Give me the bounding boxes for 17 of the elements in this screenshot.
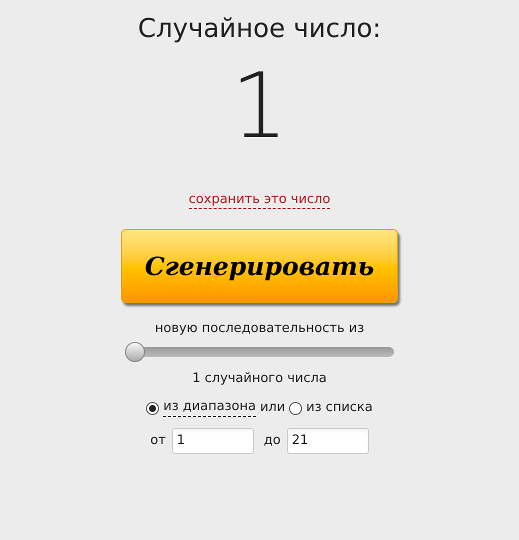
or-text: или bbox=[260, 399, 286, 418]
to-label: до bbox=[264, 432, 281, 450]
radio-option[interactable]: из списка bbox=[289, 400, 373, 416]
random-number: 1 bbox=[230, 62, 288, 152]
from-field[interactable]: 1 bbox=[172, 428, 254, 454]
slider-thumb[interactable] bbox=[125, 342, 145, 362]
to-field[interactable]: 21 bbox=[286, 428, 369, 454]
from-label: от bbox=[150, 432, 166, 450]
sequence-label: новую последовательность из bbox=[154, 320, 364, 338]
slider[interactable] bbox=[125, 342, 394, 362]
page-title: Случайное число: bbox=[138, 16, 382, 42]
radio-button[interactable] bbox=[146, 402, 160, 414]
save-link[interactable]: сохранить это число bbox=[188, 192, 330, 210]
radio-button[interactable] bbox=[289, 402, 302, 414]
count-text: 1 случайного числа bbox=[192, 370, 327, 388]
radio-option[interactable]: из диапазона bbox=[146, 399, 256, 417]
generate-button[interactable]: Сгенерировать bbox=[121, 229, 398, 304]
